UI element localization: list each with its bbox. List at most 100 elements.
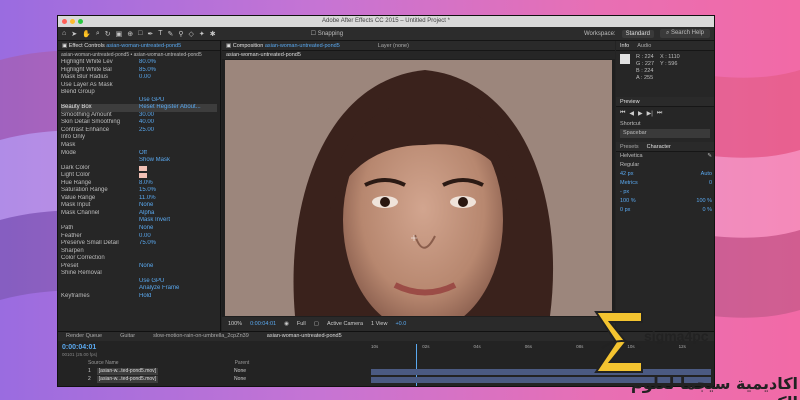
effect-property-value[interactable]: 0.00 — [139, 233, 151, 241]
effect-property-value[interactable]: Reset Register About... — [139, 104, 201, 112]
font-family-select[interactable]: Helvetica — [620, 152, 643, 161]
effect-property-row[interactable]: Path None — [61, 225, 217, 233]
layer-row[interactable]: 1 [asian-w...ted-pond5.mov] None — [88, 368, 246, 375]
effect-property-value[interactable]: 75.0% — [139, 240, 156, 248]
effect-property-row[interactable]: Feather 0.00 — [61, 233, 217, 241]
view-layout-select[interactable]: 1 View — [371, 321, 387, 327]
next-frame-icon[interactable]: ▶| — [647, 110, 653, 117]
asian-woman-comp-tab[interactable]: asian-woman-untreated-pond5 — [267, 332, 342, 341]
font-size-value[interactable]: 42 px — [620, 170, 633, 179]
effect-property-row[interactable]: Hue Range 8.0% — [61, 180, 217, 188]
exposure-value[interactable]: +0.0 — [395, 321, 406, 327]
composition-viewer[interactable] — [225, 60, 612, 316]
previous-frame-icon[interactable]: ◀ — [629, 110, 634, 117]
effect-property-value[interactable]: Use GPU — [139, 97, 164, 105]
effect-property-value[interactable]: Use GPU — [139, 278, 164, 286]
camera-tool-icon[interactable]: ▣ — [116, 30, 123, 38]
color-swatch[interactable] — [139, 173, 147, 179]
effect-property-row[interactable]: Mode Off — [61, 150, 217, 158]
effect-property-value[interactable]: 0.00 — [139, 74, 151, 82]
effect-property-value[interactable]: 25.00 — [139, 127, 154, 135]
rotate-tool-icon[interactable]: ↻ — [105, 30, 111, 38]
camera-select[interactable]: Active Camera — [327, 321, 363, 327]
current-time-display[interactable]: 0:00:04:01 — [250, 321, 276, 327]
rain-comp-tab[interactable]: slow-motion-rain-on-umbrella_2cpZn39 — [153, 332, 249, 341]
layer-parent-select[interactable]: None — [234, 368, 246, 375]
layer-name[interactable]: [asian-w...ted-pond5.mov] — [96, 368, 159, 375]
composition-tab[interactable]: ▣ Composition asian-woman-untreated-pond… — [226, 43, 340, 49]
layer-parent-select[interactable]: None — [234, 376, 246, 383]
last-frame-icon[interactable]: ⏭ — [657, 110, 662, 117]
eraser-tool-icon[interactable]: ◇ — [189, 30, 194, 38]
effect-property-row[interactable]: Use GPU — [61, 97, 217, 105]
effect-property-value[interactable]: Mask Invert — [139, 217, 170, 225]
effect-property-value[interactable]: 40.00 — [139, 119, 154, 127]
effect-property-row[interactable]: Info Only — [61, 134, 217, 142]
time-ruler[interactable]: 10s 02s 04s 06s 08s 10s 12s — [371, 344, 711, 352]
pen-tool-icon[interactable]: ✒ — [147, 30, 153, 38]
leading-value[interactable]: Auto — [701, 170, 712, 179]
effect-property-row[interactable]: Use Layer As Mask — [61, 82, 217, 90]
effect-property-row[interactable]: Mask Channel Alpha — [61, 210, 217, 218]
kerning-value[interactable]: Metrics — [620, 179, 638, 188]
effect-property-value[interactable]: 80.0% — [139, 59, 156, 67]
effect-property-row[interactable]: Mask Blur Radius 0.00 — [61, 74, 217, 82]
roto-brush-tool-icon[interactable]: ✦ — [199, 30, 205, 38]
tsume-value[interactable]: 0 % — [703, 206, 712, 215]
layer-name[interactable]: [asian-w...ted-pond5.mov] — [96, 376, 159, 383]
effect-property-row[interactable]: Smoothing Amount 30.00 — [61, 112, 217, 120]
snapshot-icon[interactable]: ◉ — [284, 321, 289, 327]
effect-property-value[interactable]: None — [139, 202, 153, 210]
type-tool-icon[interactable]: T — [158, 30, 162, 37]
info-tab[interactable]: Info — [620, 43, 629, 49]
effect-property-row[interactable]: Mask — [61, 142, 217, 150]
effect-property-row[interactable]: Light Color — [61, 172, 217, 180]
selection-tool-icon[interactable]: ➤ — [71, 30, 77, 38]
effect-property-row[interactable]: Highlight White Lev 80.0% — [61, 59, 217, 67]
effect-property-row[interactable]: Mask Invert — [61, 217, 217, 225]
minimize-window-button[interactable] — [70, 19, 75, 24]
effect-property-row[interactable]: Use GPU — [61, 278, 217, 286]
puppet-tool-icon[interactable]: ✱ — [210, 30, 216, 38]
effect-property-value[interactable]: 30.00 — [139, 112, 154, 120]
effect-property-value[interactable]: None — [139, 263, 153, 271]
effect-property-row[interactable]: Preset None — [61, 263, 217, 271]
horizontal-scale-value[interactable]: 100 % — [696, 197, 712, 206]
baseline-shift-value[interactable]: 0 px — [620, 206, 630, 215]
magnification-select[interactable]: 100% — [228, 321, 242, 327]
effect-property-row[interactable]: Blend Group — [61, 89, 217, 97]
composition-breadcrumb[interactable]: asian-woman-untreated-pond5 — [222, 51, 615, 59]
character-tab[interactable]: Character — [647, 144, 671, 150]
effect-property-row[interactable]: Analyze Frame — [61, 285, 217, 293]
effect-controls-tab[interactable]: ▣ Effect Controls asian-woman-untreated-… — [62, 43, 181, 49]
effect-property-value[interactable]: 8.0% — [139, 180, 153, 188]
effect-property-value[interactable]: Analyze Frame — [139, 285, 179, 293]
layer-tab[interactable]: Layer (none) — [378, 43, 409, 49]
effect-property-row[interactable]: Color Correction — [61, 255, 217, 263]
stroke-width-value[interactable]: - px — [620, 188, 629, 197]
presets-tab[interactable]: Presets — [620, 144, 639, 150]
brush-tool-icon[interactable]: ✎ — [168, 30, 174, 38]
effect-property-row[interactable]: Value Range 11.0% — [61, 195, 217, 203]
clone-stamp-tool-icon[interactable]: ⚲ — [178, 30, 183, 38]
effect-property-value[interactable]: Show Mask — [139, 157, 170, 165]
effect-property-row[interactable]: Contrast Enhance 25.00 — [61, 127, 217, 135]
search-help-input[interactable]: ⌕ Search Help — [659, 29, 710, 38]
render-queue-tab[interactable]: Render Queue — [66, 332, 102, 341]
snapping-checkbox[interactable]: ☐ Snapping — [311, 30, 343, 37]
hand-tool-icon[interactable]: ✋ — [82, 30, 91, 38]
effect-property-row[interactable]: Mask Input None — [61, 202, 217, 210]
color-swatch[interactable] — [139, 165, 147, 171]
effect-property-value[interactable]: 11.0% — [139, 195, 156, 203]
workspace-select[interactable]: Standard — [621, 29, 654, 38]
vertical-scale-value[interactable]: 100 % — [620, 197, 636, 206]
guitar-tab[interactable]: Guitar — [120, 332, 135, 341]
effect-property-row[interactable]: Keyframes Hold — [61, 293, 217, 301]
region-of-interest-icon[interactable]: ▢ — [314, 321, 319, 327]
effect-property-value[interactable]: Off — [139, 150, 147, 158]
effect-property-row[interactable]: Saturation Range 15.0% — [61, 187, 217, 195]
effect-property-row[interactable]: Dark Color — [61, 165, 217, 173]
effect-property-row[interactable]: Highlight White Bal 85.0% — [61, 67, 217, 75]
maximize-window-button[interactable] — [78, 19, 83, 24]
layer-row[interactable]: 2 [asian-w...ted-pond5.mov] None — [88, 376, 246, 383]
